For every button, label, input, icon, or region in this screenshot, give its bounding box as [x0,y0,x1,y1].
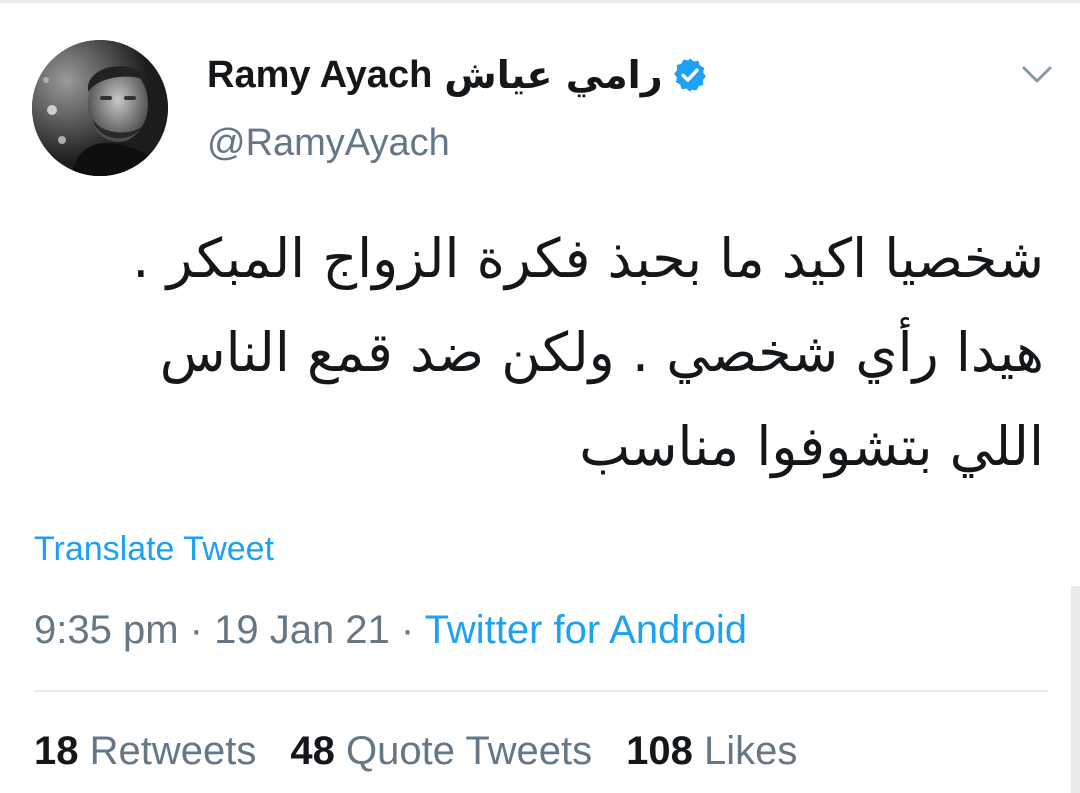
tweet-time[interactable]: 9:35 pm [34,608,179,652]
top-divider [0,0,1080,3]
likes-label: Likes [703,729,798,773]
tweet-text: شخصيا اكيد ما بحبذ فكرة الزواج المبكر . … [34,212,1044,494]
display-name-arabic: رامي عياش [444,53,663,97]
quote-tweets-stat[interactable]: 48 Quote Tweets [290,726,592,776]
quote-tweets-count: 48 [290,729,335,773]
retweets-stat[interactable]: 18 Retweets [34,726,256,776]
tweet-detail-view: Ramy Ayach رامي عياش @RamyAyach شخصيا اك… [0,0,1080,793]
tweet-date[interactable]: 19 Jan 21 [214,608,390,652]
translate-tweet-link[interactable]: Translate Tweet [34,528,274,570]
display-name[interactable]: Ramy Ayach رامي عياش [207,52,709,98]
avatar-photo [32,40,168,176]
chevron-down-icon[interactable] [1018,62,1056,88]
avatar[interactable] [32,40,168,176]
tweet-line: شخصيا اكيد ما بحبذ فكرة الزواج المبكر . [132,227,1044,290]
user-handle[interactable]: @RamyAyach [207,120,450,166]
verified-badge-icon [673,58,706,92]
stats-divider [34,690,1048,692]
meta-separator: · [189,608,215,652]
quote-tweets-label: Quote Tweets [346,729,593,773]
retweets-count: 18 [34,729,79,773]
scrollbar[interactable] [1071,586,1080,793]
retweets-label: Retweets [89,729,257,773]
likes-count: 108 [626,729,693,773]
likes-stat[interactable]: 108 Likes [626,726,797,776]
tweet-line: هيدا رأي شخصي . ولكن ضد قمع الناس [159,321,1044,384]
tweet-metadata: 9:35 pm · 19 Jan 21 · Twitter for Androi… [34,604,747,656]
meta-separator: · [400,608,425,652]
engagement-stats: 18 Retweets 48 Quote Tweets 108 Likes [34,726,831,776]
display-name-latin: Ramy Ayach [207,54,433,96]
tweet-source-link[interactable]: Twitter for Android [425,608,747,652]
tweet-line: اللي بتشوفوا مناسب [579,415,1044,478]
